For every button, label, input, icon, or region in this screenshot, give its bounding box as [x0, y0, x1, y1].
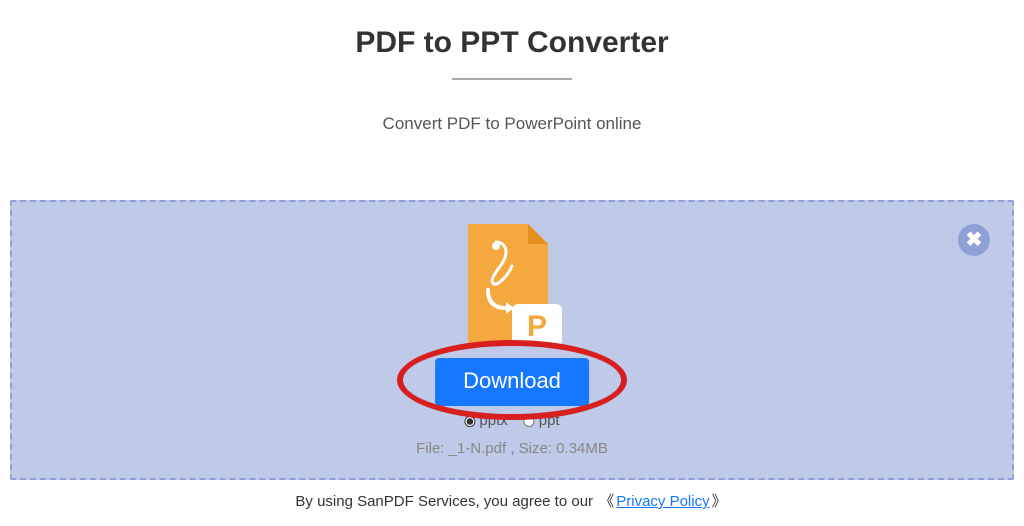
- format-label-pptx: pptx: [479, 412, 507, 429]
- privacy-policy-link[interactable]: Privacy Policy: [616, 493, 709, 510]
- footer-text: By using SanPDF Services, you agree to o…: [0, 490, 1024, 511]
- download-button[interactable]: Download: [435, 358, 589, 406]
- svg-text:P: P: [527, 310, 547, 343]
- page-subtitle: Convert PDF to PowerPoint online: [0, 114, 1024, 134]
- format-radio-ppt[interactable]: [524, 416, 535, 427]
- format-radio-group: pptx ppt: [464, 412, 559, 429]
- format-radio-pptx[interactable]: [464, 416, 475, 427]
- bracket-open: 《: [599, 493, 614, 510]
- format-option-pptx[interactable]: pptx: [464, 412, 507, 429]
- footer-prefix: By using SanPDF Services, you agree to o…: [295, 493, 597, 510]
- title-underline: [452, 78, 572, 80]
- file-info-text: File: _1-N.pdf , Size: 0.34MB: [416, 440, 608, 457]
- pdf-to-ppt-icon: P: [458, 224, 566, 359]
- bracket-close: 》: [712, 493, 727, 510]
- page-title: PDF to PPT Converter: [0, 26, 1024, 60]
- close-icon[interactable]: ✖: [958, 224, 990, 256]
- format-label-ppt: ppt: [539, 412, 560, 429]
- format-option-ppt[interactable]: ppt: [524, 412, 560, 429]
- dropzone-panel: ✖ P Download pp: [10, 200, 1014, 480]
